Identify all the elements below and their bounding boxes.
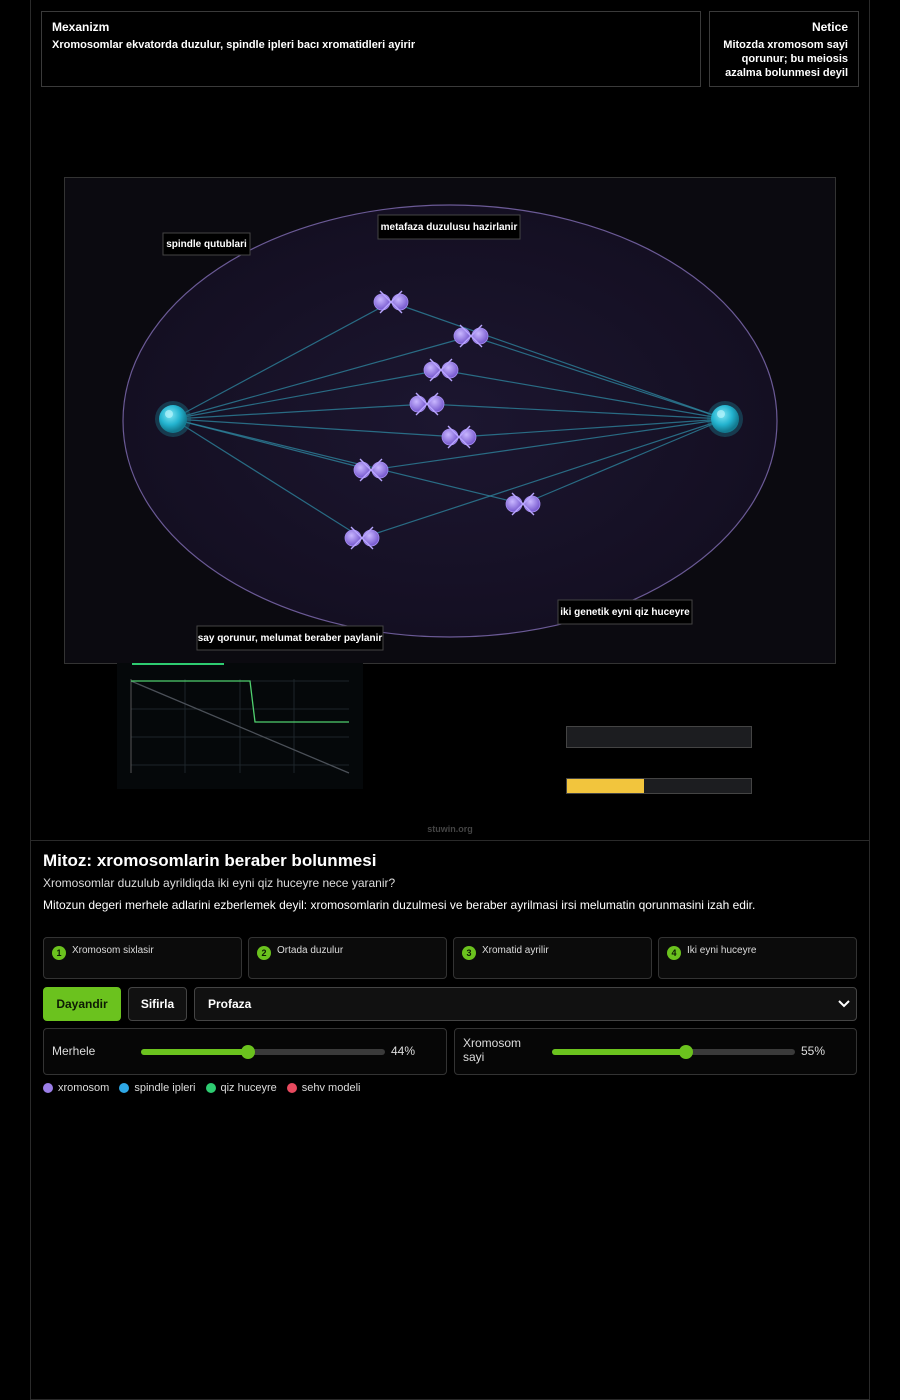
legend-item-error: sehv modeli [286, 1082, 361, 1094]
result-title: Netice [811, 20, 848, 34]
legend-dot [119, 1083, 130, 1093]
graph-progress-tick [132, 663, 224, 665]
chromosome-count-value: 55% [801, 1044, 826, 1058]
step-number: 1 [52, 946, 66, 960]
step-card-3[interactable]: 3 Xromatid ayrilir [453, 937, 652, 979]
step-number: 4 [667, 946, 681, 960]
spindle-pole-left [155, 401, 191, 437]
phase-select[interactable]: Profaza [194, 987, 857, 1021]
credit-text: stuwin.org [427, 824, 473, 834]
stage-value: 44% [391, 1044, 416, 1058]
legend-item-daughter: qiz huceyre [205, 1082, 277, 1094]
step-card-4[interactable]: 4 Iki eyni huceyre [658, 937, 857, 979]
chromosome-count-graph [117, 663, 363, 789]
legend-dot [205, 1083, 216, 1093]
page-title: Mitoz: xromosomlarin beraber bolunmesi [43, 851, 377, 870]
step-number: 3 [462, 946, 476, 960]
legend: xromosom spindle ipleri qiz huceyre sehv… [43, 1082, 360, 1094]
progress-bar [566, 778, 752, 794]
chromosome-count-slider-fill [552, 1049, 686, 1055]
stage-control: Merhele 44% [43, 1028, 447, 1075]
step-card-1[interactable]: 1 Xromosom sixlasir [43, 937, 242, 979]
chromosome-count-slider[interactable] [552, 1045, 795, 1059]
result-text: Mitozda xromosom sayi qorunur; bu meiosi… [723, 39, 848, 79]
legend-label: sehv modeli [301, 1082, 361, 1094]
mechanism-panel: Mexanizm Xromosomlar ekvatorda duzulur, … [41, 11, 701, 87]
stage-label: Merhele [52, 1044, 96, 1058]
divider [31, 840, 869, 841]
chromosome-count-control: Xromosom sayi 55% [454, 1028, 857, 1075]
phase-select-value: Profaza [208, 997, 252, 1011]
chevron-down-icon [838, 1000, 850, 1008]
step-card-2[interactable]: 2 Ortada duzulur [248, 937, 447, 979]
cell-membrane [122, 204, 778, 638]
legend-label: spindle ipleri [134, 1082, 196, 1094]
legend-item-spindle: spindle ipleri [119, 1082, 196, 1094]
progress-fill [567, 779, 645, 793]
label-metaphase: metafaza duzulusu hazirlanir [377, 214, 521, 240]
label-count-preserved: say qorunur, melumat beraber paylanir [196, 625, 384, 651]
stage-slider-thumb[interactable] [241, 1045, 256, 1059]
stage-slider-fill [141, 1049, 249, 1055]
stage-slider[interactable] [141, 1045, 385, 1059]
page-description: Mitozun degeri merhele adlarini ezberlem… [43, 898, 756, 912]
mitosis-simulation[interactable]: spindle qutublari metafaza duzulusu hazi… [64, 177, 836, 664]
pause-button[interactable]: Dayandir [43, 987, 121, 1021]
chromosome-count-slider-thumb[interactable] [678, 1045, 693, 1059]
result-panel: Netice Mitozda xromosom sayi qorunur; bu… [709, 11, 859, 87]
page-subtitle: Xromosomlar duzulub ayrildiqda iki eyni … [43, 876, 396, 890]
legend-label: qiz huceyre [220, 1082, 277, 1094]
step-number: 2 [257, 946, 271, 960]
svg-text:metafaza duzulusu hazirlanir: metafaza duzulusu hazirlanir [381, 222, 518, 233]
reset-button[interactable]: Sifirla [128, 987, 187, 1021]
svg-text:spindle qutublari: spindle qutublari [166, 239, 247, 250]
legend-dot [286, 1083, 297, 1093]
label-spindle-poles: spindle qutublari [162, 232, 251, 256]
status-bar [566, 726, 752, 748]
step-label: Xromosom sixlasir [72, 945, 154, 956]
svg-text:say qorunur, melumat beraber p: say qorunur, melumat beraber paylanir [198, 633, 383, 644]
legend-dot [43, 1083, 53, 1093]
label-daughter-cells: iki genetik eyni qiz huceyre [557, 599, 693, 625]
step-label: Xromatid ayrilir [482, 945, 549, 956]
chromosome-count-label: Xromosom sayi [463, 1036, 522, 1064]
step-label: Iki eyni huceyre [687, 945, 757, 956]
svg-text:iki genetik eyni qiz huceyre: iki genetik eyni qiz huceyre [560, 607, 690, 618]
legend-item-chromosome: xromosom [43, 1082, 109, 1094]
mechanism-text: Xromosomlar ekvatorda duzulur, spindle i… [52, 39, 416, 51]
legend-label: xromosom [58, 1082, 110, 1094]
step-label: Ortada duzulur [277, 945, 344, 956]
spindle-pole-right [707, 401, 743, 437]
mechanism-title: Mexanizm [52, 20, 110, 34]
